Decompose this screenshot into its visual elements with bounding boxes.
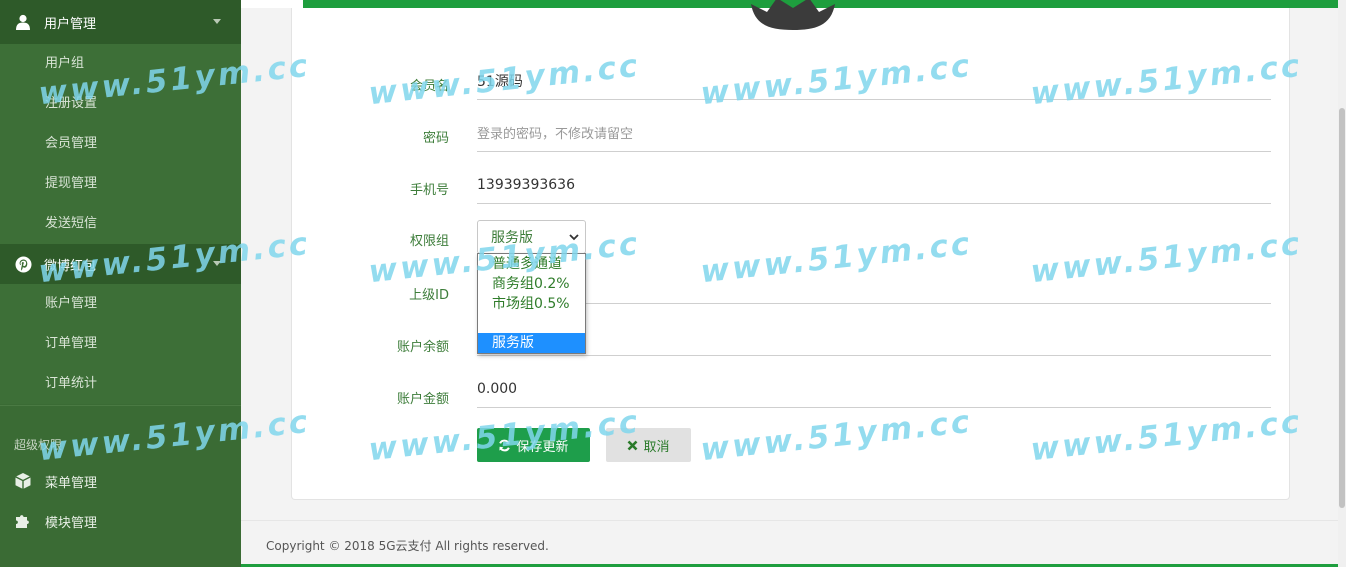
- sidebar-item-module-management[interactable]: 模块管理: [0, 501, 241, 541]
- page-scrollbar[interactable]: [1338, 0, 1346, 567]
- row-phone: 手机号 13939393636: [292, 162, 1291, 214]
- cube-icon: [14, 472, 32, 490]
- amount-field[interactable]: 0.000: [477, 370, 1271, 408]
- group-label: 权限组: [409, 234, 449, 249]
- scrollbar-thumb[interactable]: [1339, 108, 1345, 508]
- menu-label: 用户管理: [44, 16, 97, 32]
- balance-label: 账户余额: [396, 340, 449, 355]
- sidebar-item-account-management[interactable]: 账户管理: [0, 284, 241, 324]
- menu-label: 模块管理: [45, 515, 98, 531]
- save-label: 保存更新: [516, 439, 569, 455]
- sidebar-item-register-settings[interactable]: 注册设置: [0, 84, 241, 124]
- menu-user-management[interactable]: 用户管理: [0, 0, 241, 44]
- refresh-icon: [499, 439, 511, 451]
- row-amount: 账户金额 0.000: [292, 370, 1291, 422]
- submenu-weibo: 账户管理 订单管理 订单统计: [0, 284, 241, 404]
- dropdown-option-empty[interactable]: [478, 314, 585, 333]
- menu-label: 微博红包: [44, 258, 97, 274]
- password-label: 密码: [422, 131, 449, 146]
- username-value: 51源码: [477, 73, 523, 90]
- row-balance: 账户余额: [292, 318, 1291, 370]
- sidebar-item-member-management[interactable]: 会员管理: [0, 124, 241, 164]
- menu-weibo-redpacket[interactable]: 微博红包: [0, 244, 241, 284]
- edit-member-panel: 会员名 51源码 密码 登录的密码，不修改请留空 手机号 13939393636…: [291, 0, 1291, 500]
- dropdown-option[interactable]: 商务组0.2%: [478, 274, 585, 294]
- puzzle-icon: [14, 512, 32, 530]
- row-username: 会员名 51源码: [292, 58, 1291, 110]
- avatar: [751, 0, 835, 30]
- caret-down-icon: [213, 19, 221, 24]
- row-password: 密码 登录的密码，不修改请留空: [292, 110, 1291, 162]
- save-button[interactable]: 保存更新: [477, 428, 590, 462]
- sidebar-item-send-sms[interactable]: 发送短信: [0, 204, 241, 244]
- dropdown-option-selected[interactable]: 服务版: [478, 333, 585, 353]
- group-selected-value: 服务版: [491, 230, 533, 246]
- row-group: 权限组 服务版: [292, 218, 1291, 270]
- dropdown-option[interactable]: 市场组0.5%: [478, 294, 585, 314]
- menu-label: 菜单管理: [45, 475, 98, 491]
- user-icon: [14, 13, 32, 31]
- phone-value: 13939393636: [477, 176, 575, 193]
- caret-down-icon: [213, 261, 221, 266]
- sidebar-item-menu-management[interactable]: 菜单管理: [0, 461, 241, 501]
- amount-label: 账户金额: [396, 392, 449, 407]
- row-parent-id: 上级ID: [292, 266, 1291, 318]
- parent-id-field[interactable]: [477, 266, 1271, 304]
- parent-id-label: 上级ID: [409, 288, 449, 303]
- sidebar-item-user-group[interactable]: 用户组: [0, 44, 241, 84]
- sidebar-item-withdraw-management[interactable]: 提现管理: [0, 164, 241, 204]
- cancel-label: 取消: [643, 439, 670, 455]
- sidebar: 用户管理 用户组 注册设置 会员管理 提现管理 发送短信 微博红包 账户管理 订…: [0, 0, 241, 567]
- amount-value: 0.000: [477, 380, 518, 397]
- cancel-button[interactable]: 取消: [606, 428, 691, 462]
- pinterest-icon: [14, 255, 32, 273]
- main-content: 会员名 51源码 密码 登录的密码，不修改请留空 手机号 13939393636…: [241, 0, 1338, 520]
- group-dropdown-list: 普通多通道 商务组0.2% 市场组0.5% 服务版: [477, 253, 586, 354]
- group-select[interactable]: 服务版: [477, 220, 586, 254]
- username-label: 会员名: [409, 79, 449, 94]
- chevron-down-icon: [569, 234, 579, 241]
- password-placeholder: 登录的密码，不修改请留空: [477, 127, 634, 142]
- section-label-super-admin: 超级权限: [0, 405, 241, 461]
- copyright-text: Copyright © 2018 5G云支付 All rights reserv…: [266, 539, 549, 553]
- password-field[interactable]: 登录的密码，不修改请留空: [477, 114, 1271, 152]
- submenu-user: 用户组 注册设置 会员管理 提现管理 发送短信: [0, 44, 241, 244]
- phone-label: 手机号: [409, 183, 449, 198]
- sidebar-item-order-management[interactable]: 订单管理: [0, 324, 241, 364]
- footer: Copyright © 2018 5G云支付 All rights reserv…: [241, 520, 1340, 567]
- balance-field[interactable]: [477, 318, 1271, 356]
- phone-field[interactable]: 13939393636: [477, 166, 1271, 204]
- dropdown-option[interactable]: 普通多通道: [478, 254, 585, 274]
- sidebar-item-order-statistics[interactable]: 订单统计: [0, 364, 241, 404]
- username-field[interactable]: 51源码: [477, 62, 1271, 100]
- close-icon: [628, 440, 638, 450]
